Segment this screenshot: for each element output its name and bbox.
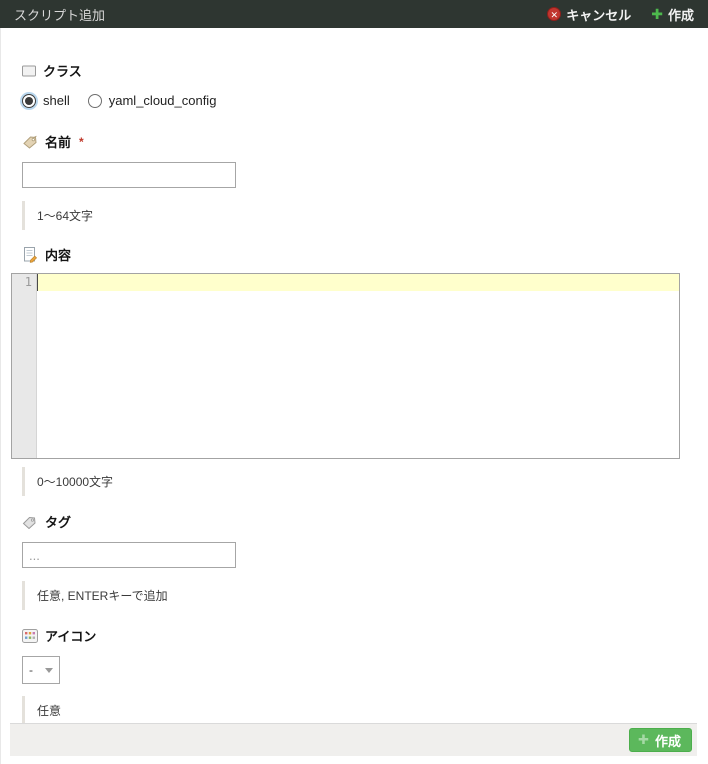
content-field-label-row: 内容 — [22, 245, 686, 264]
create-button-header[interactable]: ✚ 作成 — [651, 5, 694, 24]
page-left-border — [0, 28, 1, 764]
icon-dropdown-value: - — [29, 663, 33, 677]
tags-field-label: タグ — [45, 515, 72, 530]
icon-hint: 任意 — [22, 696, 686, 725]
content-field-label: 内容 — [45, 248, 72, 263]
class-radio-group: shell yaml_cloud_config — [22, 93, 686, 108]
name-input[interactable] — [22, 162, 236, 188]
radio-shell-label: shell — [43, 93, 70, 108]
document-edit-icon — [22, 246, 38, 263]
required-marker: * — [79, 134, 84, 149]
chevron-down-icon — [45, 667, 53, 673]
radio-yaml-cloud-config[interactable]: yaml_cloud_config — [87, 93, 217, 108]
price-tag-icon — [22, 134, 38, 149]
radio-shell-indicator[interactable] — [22, 93, 36, 108]
header-actions: ✕ キャンセル ✚ 作成 — [547, 5, 694, 24]
icon-field: アイコン - 任意 — [22, 626, 686, 725]
editor-gutter: 1 — [12, 274, 37, 458]
cancel-button[interactable]: ✕ キャンセル — [547, 5, 631, 24]
tag-icon — [22, 515, 38, 529]
content-hint: 0〜10000文字 — [22, 467, 686, 496]
editor-line-number: 1 — [24, 275, 32, 289]
tags-field: タグ 任意, ENTERキーで追加 — [22, 512, 686, 610]
page-title: スクリプト追加 — [14, 7, 106, 23]
content-field: 内容 1 0〜10000文字 — [11, 245, 686, 496]
name-field: 名前 * 1〜64文字 — [22, 132, 686, 230]
cancel-icon: ✕ — [547, 7, 562, 21]
plus-icon: ✚ — [638, 732, 649, 747]
create-button-header-label: 作成 — [667, 7, 694, 23]
header: スクリプト追加 ✕ キャンセル ✚ 作成 — [0, 0, 708, 28]
radio-yaml-cloud-config-indicator[interactable] — [87, 93, 102, 108]
create-button-footer-label: 作成 — [654, 733, 681, 749]
plus-icon: ✚ — [651, 6, 663, 22]
class-field-label: クラス — [43, 64, 82, 79]
tags-field-label-row: タグ — [22, 512, 686, 531]
class-field: クラス shell yaml_cloud_config — [22, 61, 686, 108]
panel-square-icon — [22, 65, 36, 77]
add-script-form: クラス shell yaml_cloud_config 名前 * 1〜64文字 … — [0, 28, 708, 725]
icon-field-label-row: アイコン — [22, 626, 686, 645]
icon-grid-icon — [22, 628, 38, 643]
icon-dropdown[interactable]: - — [22, 656, 60, 684]
name-field-label: 名前 — [45, 135, 72, 150]
editor-text-area[interactable] — [37, 274, 679, 458]
tags-input[interactable] — [22, 542, 236, 568]
icon-field-label: アイコン — [45, 629, 97, 644]
name-hint: 1〜64文字 — [22, 201, 686, 230]
class-field-label-row: クラス — [22, 61, 686, 80]
editor-active-line — [37, 274, 679, 291]
create-button-footer[interactable]: ✚ 作成 — [629, 728, 692, 752]
footer-bar: ✚ 作成 — [10, 723, 697, 756]
content-code-editor: 1 — [11, 273, 680, 459]
cancel-button-label: キャンセル — [566, 7, 632, 23]
radio-shell[interactable]: shell — [22, 93, 70, 108]
radio-yaml-cloud-config-label: yaml_cloud_config — [108, 93, 217, 108]
name-field-label-row: 名前 * — [22, 132, 686, 151]
tags-hint: 任意, ENTERキーで追加 — [22, 581, 686, 610]
